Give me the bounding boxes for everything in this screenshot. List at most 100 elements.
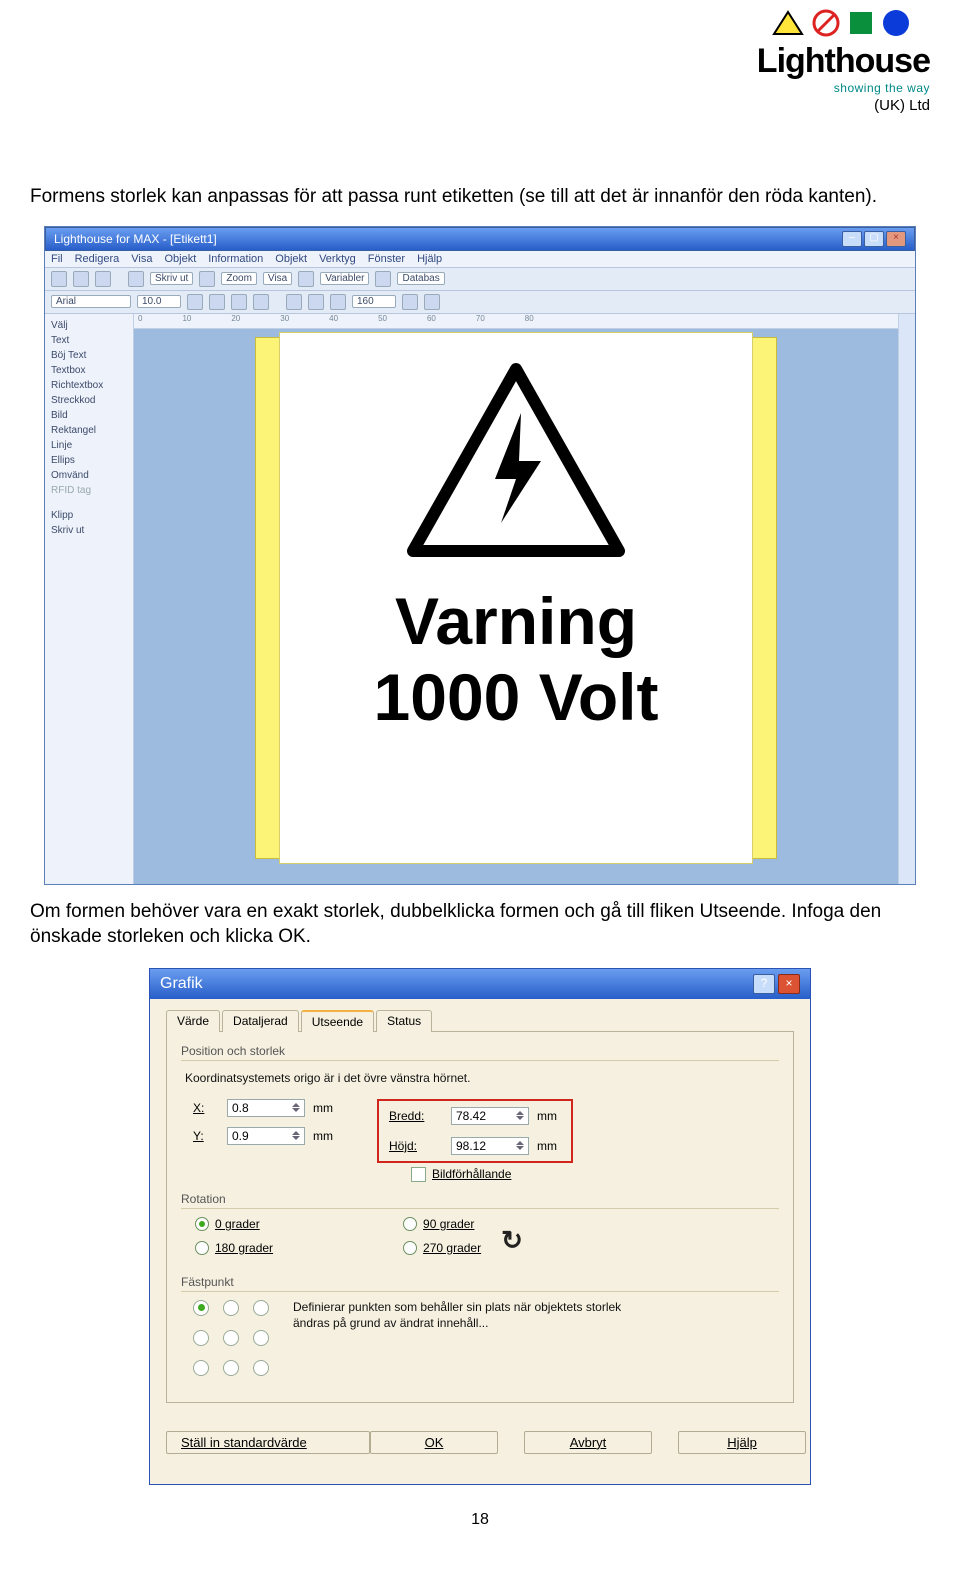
tb-visa-label[interactable]: Visa — [263, 272, 292, 285]
tb-print-icon[interactable] — [128, 271, 144, 287]
label-line1: Varning — [395, 583, 637, 659]
tool-bojtext[interactable]: Böj Text — [49, 348, 129, 363]
logo-shapes-icon — [770, 8, 930, 38]
minimize-icon[interactable]: – — [842, 231, 862, 247]
ruler-horizontal: 01020304050607080 — [134, 314, 898, 329]
rot90-radio[interactable] — [403, 1217, 417, 1231]
dialog-close-icon[interactable]: × — [778, 974, 800, 994]
anchor-tr-radio[interactable] — [253, 1300, 269, 1316]
menu-objekt2[interactable]: Objekt — [275, 253, 307, 265]
avbryt-button[interactable]: Avbryt — [524, 1431, 652, 1454]
tab-utseende[interactable]: Utseende — [301, 1010, 374, 1032]
tb-align3-icon[interactable] — [330, 294, 346, 310]
dialog-help-icon[interactable]: ? — [753, 974, 775, 994]
rot180-radio[interactable] — [195, 1241, 209, 1255]
tb-vars-icon[interactable] — [298, 271, 314, 287]
tool-textbox[interactable]: Textbox — [49, 363, 129, 378]
anchor-tc-radio[interactable] — [223, 1300, 239, 1316]
tool-panel: Välj Text Böj Text Textbox Richtextbox S… — [45, 314, 134, 884]
tool-rfid[interactable]: RFID tag — [49, 483, 129, 498]
size-highlight-box: Bredd: 78.42 mm Höjd: 98.12 mm — [377, 1099, 573, 1163]
tool-richtext[interactable]: Richtextbox — [49, 378, 129, 393]
tool-valj[interactable]: Välj — [49, 318, 129, 333]
tb-db-icon[interactable] — [375, 271, 391, 287]
bredd-unit: mm — [537, 1109, 561, 1123]
fastpunkt-group-label: Fästpunkt — [181, 1275, 779, 1289]
anchor-ml-radio[interactable] — [193, 1330, 209, 1346]
tb-val160[interactable]: 160 — [352, 295, 396, 308]
fontsize-select[interactable]: 10.0 — [137, 295, 181, 308]
rot0-radio[interactable] — [195, 1217, 209, 1231]
rot270-radio[interactable] — [403, 1241, 417, 1255]
logo-entity: (UK) Ltd — [757, 97, 930, 114]
ok-button[interactable]: OK — [370, 1431, 498, 1454]
hojd-input[interactable]: 98.12 — [451, 1137, 529, 1155]
anchor-bc-radio[interactable] — [223, 1360, 239, 1376]
tool-bild[interactable]: Bild — [49, 408, 129, 423]
aspect-checkbox[interactable] — [411, 1167, 426, 1182]
tb-misc1-icon[interactable] — [402, 294, 418, 310]
menu-objekt[interactable]: Objekt — [164, 253, 196, 265]
fastpunkt-text: Definierar punkten som behåller sin plat… — [293, 1300, 653, 1331]
anchor-br-radio[interactable] — [253, 1360, 269, 1376]
anchor-mc-radio[interactable] — [223, 1330, 239, 1346]
hojd-label: Höjd: — [389, 1139, 443, 1153]
rot0-label: 0 grader — [215, 1217, 260, 1231]
y-unit: mm — [313, 1129, 337, 1143]
origo-text: Koordinatsystemets origo är i det övre v… — [185, 1071, 779, 1085]
label-inner[interactable]: Varning 1000 Volt — [279, 332, 753, 864]
tab-status[interactable]: Status — [376, 1010, 432, 1032]
tool-skrivut[interactable]: Skriv ut — [49, 523, 129, 538]
menu-fonster[interactable]: Fönster — [368, 253, 405, 265]
tb-zoom-icon[interactable] — [199, 271, 215, 287]
tool-ellips[interactable]: Ellips — [49, 453, 129, 468]
anchor-mr-radio[interactable] — [253, 1330, 269, 1346]
close-icon[interactable]: × — [886, 231, 906, 247]
x-input[interactable]: 0.8 — [227, 1099, 305, 1117]
refresh-icon[interactable]: ↻ — [501, 1225, 523, 1256]
tb-bold-icon[interactable] — [187, 294, 203, 310]
tb-save-icon[interactable] — [95, 271, 111, 287]
tool-klipp[interactable]: Klipp — [49, 508, 129, 523]
tb-open-icon[interactable] — [73, 271, 89, 287]
y-input[interactable]: 0.9 — [227, 1127, 305, 1145]
font-select[interactable]: Arial — [51, 295, 131, 308]
menu-visa[interactable]: Visa — [131, 253, 152, 265]
tb-vars-label[interactable]: Variabler — [320, 272, 369, 285]
bredd-input[interactable]: 78.42 — [451, 1107, 529, 1125]
tb-formatB-icon[interactable] — [253, 294, 269, 310]
menu-fil[interactable]: Fil — [51, 253, 63, 265]
hjalp-button[interactable]: Hjälp — [678, 1431, 806, 1454]
menu-verktyg[interactable]: Verktyg — [319, 253, 356, 265]
menu-information[interactable]: Information — [208, 253, 263, 265]
bredd-label: Bredd: — [389, 1109, 443, 1123]
tb-italic-icon[interactable] — [209, 294, 225, 310]
middle-text: Om formen behöver vara en exakt storlek,… — [30, 899, 930, 950]
tb-misc2-icon[interactable] — [424, 294, 440, 310]
stdvarde-button[interactable]: Ställ in standardvärde — [166, 1431, 370, 1454]
tb-align2-icon[interactable] — [308, 294, 324, 310]
tb-print-label[interactable]: Skriv ut — [150, 272, 193, 285]
tb-align1-icon[interactable] — [286, 294, 302, 310]
rot270-label: 270 grader — [423, 1241, 481, 1255]
tool-omvand[interactable]: Omvänd — [49, 468, 129, 483]
tool-text[interactable]: Text — [49, 333, 129, 348]
tab-varde[interactable]: Värde — [166, 1010, 220, 1032]
scrollbar-right[interactable] — [898, 314, 915, 884]
page-number: 18 — [30, 1511, 930, 1529]
maximize-icon[interactable]: ▢ — [864, 231, 884, 247]
tb-formatA-icon[interactable] — [231, 294, 247, 310]
tb-db-label[interactable]: Databas — [397, 272, 444, 285]
tool-linje[interactable]: Linje — [49, 438, 129, 453]
menu-redigera[interactable]: Redigera — [75, 253, 120, 265]
x-unit: mm — [313, 1101, 337, 1115]
tool-rekt[interactable]: Rektangel — [49, 423, 129, 438]
tool-streckkod[interactable]: Streckkod — [49, 393, 129, 408]
anchor-bl-radio[interactable] — [193, 1360, 209, 1376]
tab-dataljerad[interactable]: Dataljerad — [222, 1010, 299, 1032]
menu-hjalp[interactable]: Hjälp — [417, 253, 442, 265]
menubar: Fil Redigera Visa Objekt Information Obj… — [45, 251, 915, 268]
tb-new-icon[interactable] — [51, 271, 67, 287]
tb-zoom-label[interactable]: Zoom — [221, 272, 257, 285]
anchor-tl-radio[interactable] — [193, 1300, 209, 1316]
